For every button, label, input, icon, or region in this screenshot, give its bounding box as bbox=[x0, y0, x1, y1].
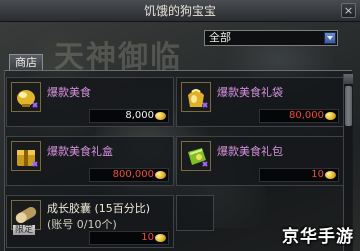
gold-coin-icon bbox=[155, 171, 166, 179]
tab-shop[interactable]: 商店 bbox=[9, 54, 43, 71]
category-dropdown[interactable]: 全部 bbox=[204, 30, 338, 46]
price-box: 800,000 bbox=[89, 168, 169, 182]
item-slot[interactable] bbox=[181, 141, 211, 171]
price-value: 10 bbox=[141, 232, 154, 243]
shop-item-card[interactable]: 爆款美食礼盒 800,000 bbox=[6, 136, 174, 186]
price-value: 10 bbox=[311, 169, 324, 180]
gold-coin-icon bbox=[325, 171, 336, 179]
price-box: 10 bbox=[259, 168, 339, 182]
scroll-up-button[interactable] bbox=[344, 74, 353, 84]
close-icon: × bbox=[343, 4, 354, 17]
golden-gift-box-icon bbox=[17, 150, 38, 167]
gold-coin-icon bbox=[325, 112, 336, 120]
shop-item-card[interactable]: 爆款美食 8,000 bbox=[6, 77, 174, 127]
window-title: 饥饿的狗宝宝 bbox=[143, 4, 216, 18]
price-value: 80,000 bbox=[289, 110, 324, 121]
item-name: 爆款美食礼盒 bbox=[47, 145, 113, 158]
limited-badge: 限定 bbox=[13, 225, 36, 235]
price-value: 8,000 bbox=[125, 110, 154, 121]
gold-coin-icon bbox=[155, 112, 166, 120]
item-slot[interactable] bbox=[11, 141, 41, 171]
item-slot[interactable] bbox=[11, 82, 41, 112]
green-gift-pack-icon bbox=[188, 148, 208, 167]
golden-gift-bag-icon bbox=[188, 89, 208, 108]
watermark: 京华手游 bbox=[282, 227, 354, 247]
item-name: 爆款美食礼袋 bbox=[217, 86, 283, 99]
item-name: 爆款美食礼包 bbox=[217, 145, 283, 158]
chevron-down-icon[interactable] bbox=[324, 32, 336, 44]
close-button[interactable]: × bbox=[341, 3, 356, 18]
shop-item-card[interactable]: 爆款美食礼包 10 bbox=[176, 136, 344, 186]
price-box: 80,000 bbox=[259, 109, 339, 123]
item-purchase-limit: (账号 0/10个) bbox=[47, 218, 117, 231]
item-slot[interactable] bbox=[181, 82, 211, 112]
golden-trophy-icon bbox=[17, 90, 38, 108]
item-name: 成长胶囊 (15百分比) bbox=[47, 202, 151, 215]
price-box: 10 bbox=[89, 231, 169, 245]
gold-coin-icon bbox=[155, 234, 166, 242]
scroll-thumb[interactable] bbox=[345, 86, 352, 126]
empty-item-slot bbox=[176, 195, 214, 231]
category-dropdown-value: 全部 bbox=[209, 31, 231, 44]
shop-item-card[interactable]: 爆款美食礼袋 80,000 bbox=[176, 77, 344, 127]
window-title-bar: 饥饿的狗宝宝 × bbox=[0, 0, 360, 22]
item-name: 爆款美食 bbox=[47, 86, 91, 99]
price-value: 800,000 bbox=[112, 169, 154, 180]
price-box: 8,000 bbox=[89, 109, 169, 123]
shop-item-card[interactable]: 限定 成长胶囊 (15百分比) (账号 0/10个) 10 bbox=[6, 195, 174, 248]
